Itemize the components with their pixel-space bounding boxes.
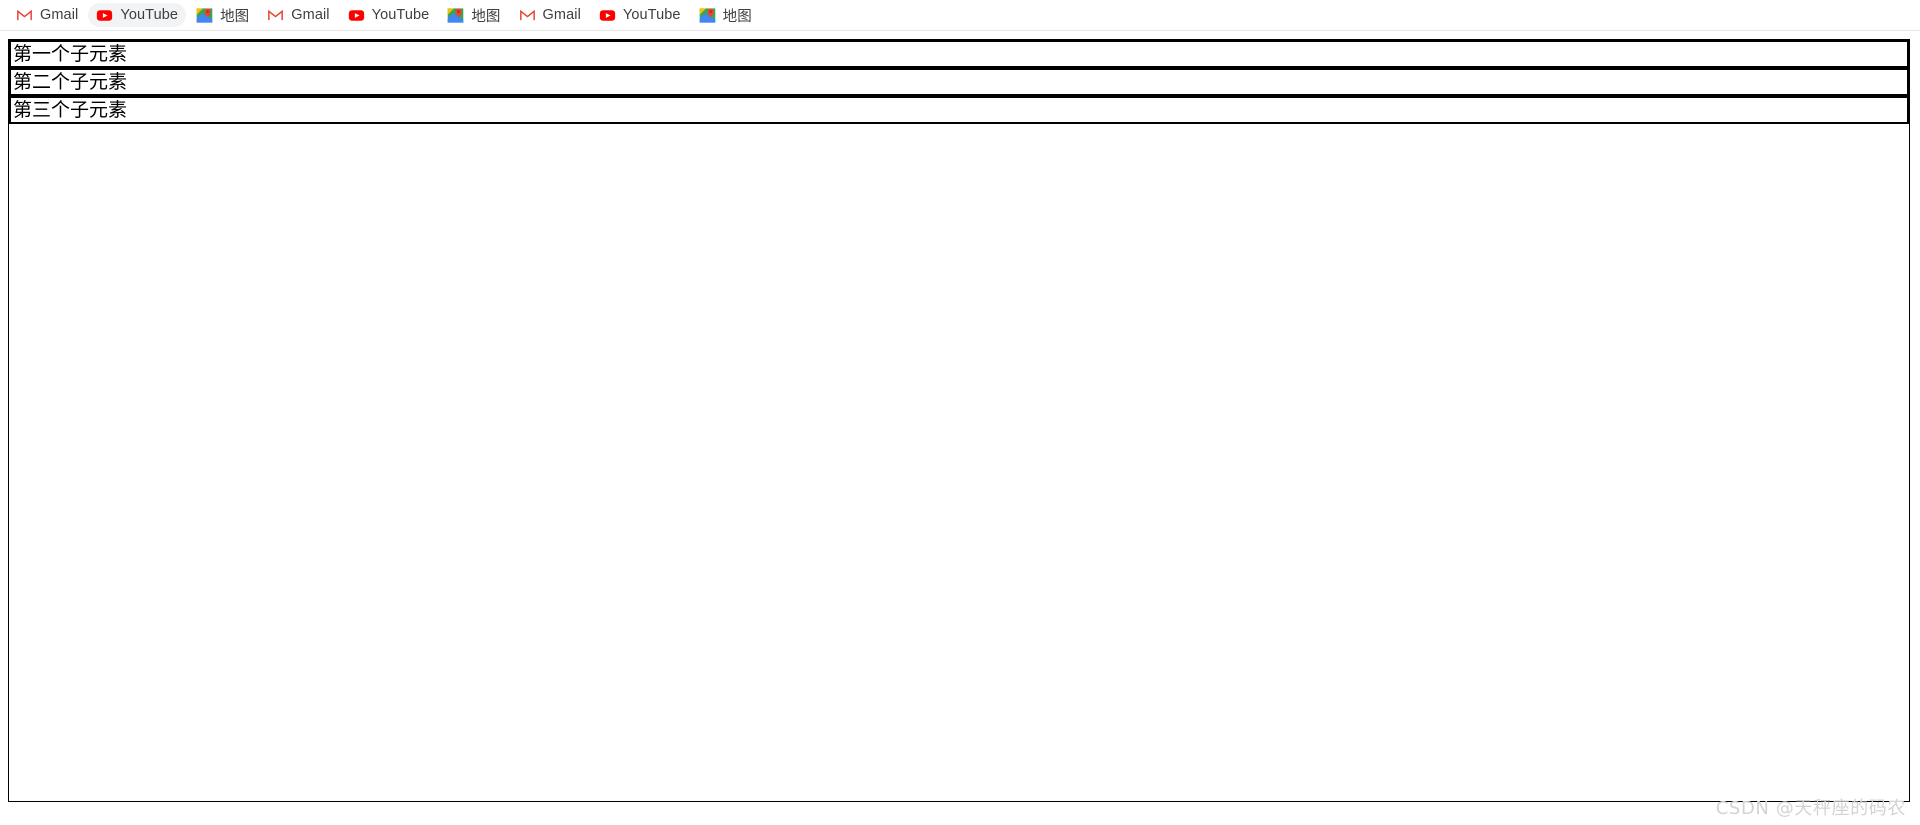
bookmark-label: Gmail bbox=[291, 7, 330, 23]
bookmark-item-youtube-3[interactable]: YouTube bbox=[591, 3, 689, 27]
bookmark-item-gmail-3[interactable]: Gmail bbox=[511, 3, 589, 27]
bookmark-item-gmail-1[interactable]: Gmail bbox=[8, 3, 86, 27]
gmail-icon bbox=[519, 7, 536, 24]
flex-container: 第一个子元素 第二个子元素 第三个子元素 bbox=[8, 39, 1910, 802]
flex-item-3: 第三个子元素 bbox=[9, 96, 1909, 124]
bookmark-label: YouTube bbox=[371, 7, 430, 23]
bookmark-label: YouTube bbox=[622, 7, 681, 23]
youtube-icon bbox=[599, 7, 616, 24]
bookmark-label: Gmail bbox=[542, 7, 581, 23]
csdn-watermark: CSDN @天秤座的码农 bbox=[1715, 798, 1906, 819]
maps-icon bbox=[196, 7, 213, 24]
bookmark-item-youtube-1[interactable]: YouTube bbox=[88, 3, 187, 27]
youtube-icon bbox=[348, 7, 365, 24]
bookmark-item-gmail-2[interactable]: Gmail bbox=[259, 3, 337, 27]
flex-item-1: 第一个子元素 bbox=[9, 40, 1909, 68]
bookmarks-bar: Gmail YouTube 地图 Gmail YouTube 地图 Gmail … bbox=[0, 0, 1920, 31]
gmail-icon bbox=[16, 7, 33, 24]
maps-icon bbox=[447, 7, 464, 24]
flex-item-2: 第二个子元素 bbox=[9, 68, 1909, 96]
bookmark-item-maps-3[interactable]: 地图 bbox=[691, 3, 760, 27]
bookmark-item-maps-1[interactable]: 地图 bbox=[188, 3, 257, 27]
bookmark-item-youtube-2[interactable]: YouTube bbox=[340, 3, 438, 27]
gmail-icon bbox=[267, 7, 284, 24]
bookmark-label: 地图 bbox=[722, 8, 752, 25]
maps-icon bbox=[699, 7, 716, 24]
bookmark-label: YouTube bbox=[120, 7, 179, 23]
bookmark-label: Gmail bbox=[40, 7, 79, 23]
bookmark-item-maps-2[interactable]: 地图 bbox=[439, 3, 508, 27]
bookmark-label: 地图 bbox=[471, 8, 501, 25]
bookmark-label: 地图 bbox=[220, 8, 250, 25]
page-content: 第一个子元素 第二个子元素 第三个子元素 CSDN @天秤座的码农 bbox=[0, 31, 1920, 825]
youtube-icon bbox=[96, 7, 113, 24]
